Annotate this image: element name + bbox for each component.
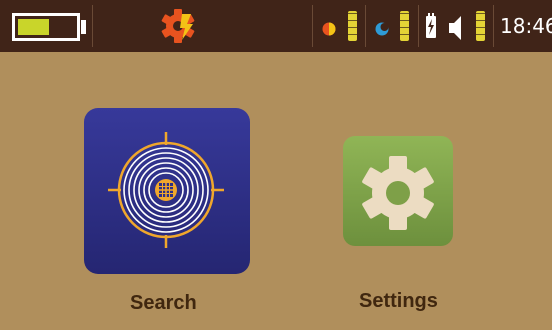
clock: 18:46 [500,14,552,38]
brightness-icon [322,22,336,36]
gear-lightning-icon [161,9,195,43]
divider [493,5,494,47]
brightness-level-fill [348,11,357,41]
search-app-label[interactable]: Search [130,292,197,315]
battery-icon [12,13,80,41]
volume-level-bar[interactable] [476,11,485,41]
speaker-icon [449,16,461,40]
settings-app-label[interactable]: Settings [359,290,438,313]
power-indicator [419,0,441,52]
gear-icon [343,136,453,246]
settings-app-button[interactable] [343,136,453,246]
contrast-control[interactable] [366,0,418,52]
target-icon [84,108,250,274]
volume-control[interactable] [441,0,492,52]
contrast-level-bar[interactable] [400,11,409,41]
battery-indicator [0,0,92,52]
search-app-button[interactable] [84,108,250,274]
volume-level-fill [476,11,485,41]
brightness-control[interactable] [313,0,365,52]
status-bar: 18:46 [0,0,552,52]
divider [92,5,93,47]
settings-alert[interactable] [155,0,201,52]
battery-tip [81,20,86,34]
brightness-level-bar[interactable] [348,11,357,41]
contrast-level-fill [400,11,409,41]
power-plug-icon [426,13,436,38]
battery-level [18,19,49,35]
contrast-icon [375,22,389,36]
